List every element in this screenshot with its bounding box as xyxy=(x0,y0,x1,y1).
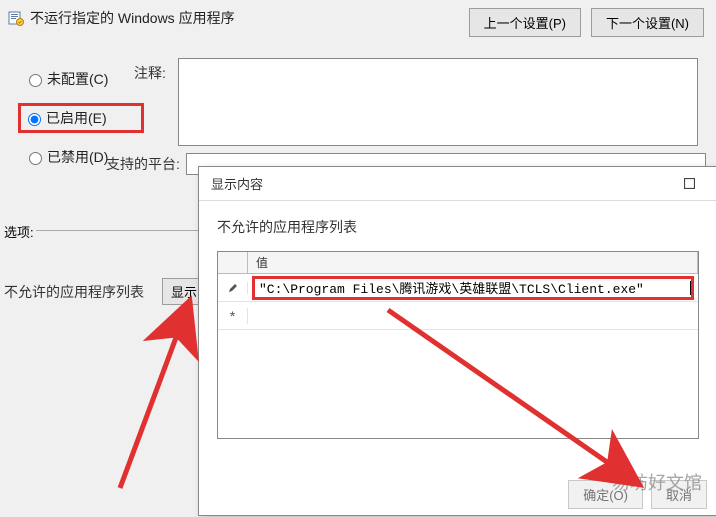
annotation-enabled-highlight: 已启用(E) xyxy=(18,103,144,133)
radio-enabled-label: 已启用(E) xyxy=(46,108,107,128)
show-contents-dialog: 显示内容 不允许的应用程序列表 值 "C:\Program Files\腾讯游戏… xyxy=(198,166,716,516)
options-label: 选项: xyxy=(4,222,34,241)
radio-enabled-input[interactable] xyxy=(28,113,41,126)
radio-unconfigured[interactable]: 未配置(C) xyxy=(24,69,144,89)
cancel-button[interactable]: 取消 xyxy=(651,480,707,509)
table-row[interactable]: "C:\Program Files\腾讯游戏\英雄联盟\TCLS\Client.… xyxy=(218,274,698,302)
row-edit-indicator xyxy=(218,282,248,294)
radio-disabled-input[interactable] xyxy=(29,152,42,165)
dialog-subtitle: 不允许的应用程序列表 xyxy=(217,217,699,237)
column-value-header: 值 xyxy=(248,252,698,274)
platform-label: 支持的平台: xyxy=(106,154,180,174)
note-label: 注释: xyxy=(134,63,166,83)
ok-button[interactable]: 确定(O) xyxy=(568,480,643,509)
disallowed-list-label: 不允许的应用程序列表 xyxy=(4,282,144,302)
radio-unconfigured-label: 未配置(C) xyxy=(47,69,108,89)
radio-disabled-label: 已禁用(D) xyxy=(47,147,108,167)
annotation-path-highlight: "C:\Program Files\腾讯游戏\英雄联盟\TCLS\Client.… xyxy=(252,276,694,300)
grid-header: 值 xyxy=(218,252,698,274)
maximize-button[interactable] xyxy=(669,170,709,198)
text-caret xyxy=(690,281,691,295)
prev-setting-button[interactable]: 上一个设置(P) xyxy=(469,8,581,37)
note-textarea[interactable] xyxy=(178,58,698,146)
next-setting-button[interactable]: 下一个设置(N) xyxy=(591,8,704,37)
pencil-icon xyxy=(227,282,239,294)
new-row-star-icon: * xyxy=(230,308,235,324)
dialog-title: 显示内容 xyxy=(211,174,263,193)
path-input[interactable]: "C:\Program Files\腾讯游戏\英雄联盟\TCLS\Client.… xyxy=(255,278,690,297)
radio-enabled[interactable]: 已启用(E) xyxy=(23,108,135,128)
table-row[interactable]: * xyxy=(218,302,698,330)
radio-unconfigured-input[interactable] xyxy=(29,74,42,87)
policy-title: 不运行指定的 Windows 应用程序 xyxy=(30,8,290,28)
policy-icon xyxy=(8,10,24,26)
maximize-icon xyxy=(684,178,695,189)
value-grid[interactable]: 值 "C:\Program Files\腾讯游戏\英雄联盟\TCLS\Clien… xyxy=(217,251,699,439)
